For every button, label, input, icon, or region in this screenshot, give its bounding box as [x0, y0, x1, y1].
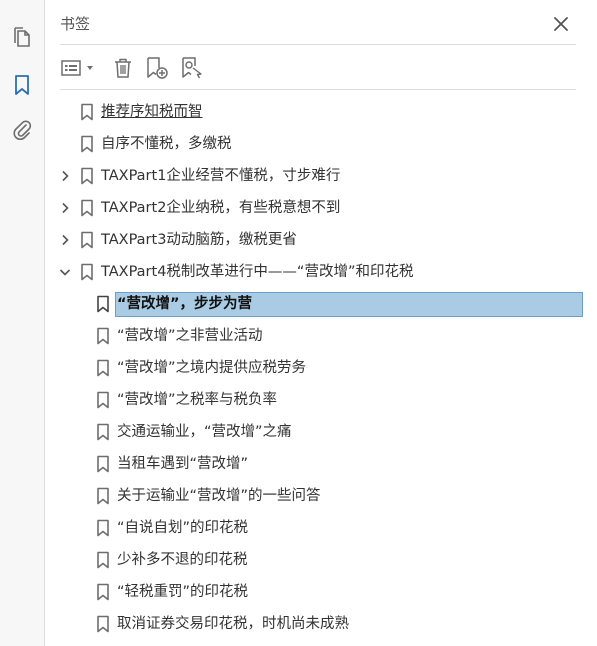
- panel-title: 书签: [60, 15, 91, 33]
- close-panel-button[interactable]: [549, 12, 573, 36]
- bookmark-row[interactable]: “营改增”之非营业活动: [45, 320, 597, 352]
- options-menu-button[interactable]: [60, 56, 96, 80]
- bookmark-icon: [97, 327, 109, 345]
- trash-icon: [115, 58, 131, 78]
- bookmark-row[interactable]: TAXPart1企业经营不懂税，寸步难行: [45, 160, 597, 192]
- bookmark-label: TAXPart1企业经营不懂税，寸步难行: [101, 168, 341, 184]
- expand-toggle-collapsed[interactable]: [57, 200, 73, 216]
- toolbar-divider: [60, 89, 576, 90]
- attachments-icon: [13, 120, 32, 140]
- bookmark-row[interactable]: “轻税重罚”的印花税: [45, 576, 597, 608]
- bookmark-row[interactable]: 推荐序知税而智: [45, 96, 597, 128]
- bookmark-label: “营改增”，步步为营: [117, 296, 253, 312]
- bookmark-label: “轻税重罚”的印花税: [117, 584, 249, 600]
- bookmark-label: 推荐序知税而智: [101, 104, 203, 120]
- chevron-right-icon: [62, 170, 69, 182]
- bookmark-search-icon: [182, 57, 202, 79]
- bookmark-label: “营改增”之境内提供应税劳务: [117, 360, 307, 376]
- bookmark-tree: 推荐序知税而智自序不懂税，多缴税 TAXPart1企业经营不懂税，寸步难行 TAXP…: [45, 96, 597, 640]
- bookmark-row[interactable]: 少补多不退的印花税: [45, 544, 597, 576]
- bookmark-icon: [81, 167, 93, 185]
- bookmark-row[interactable]: 自序不懂税，多缴税: [45, 128, 597, 160]
- bookmark-from-selection-button[interactable]: [179, 56, 205, 80]
- bookmark-label: “营改增”之非营业活动: [117, 328, 263, 344]
- bookmark-row[interactable]: TAXPart4税制改革进行中——“营改增”和印花税: [45, 256, 597, 288]
- close-icon: [554, 17, 568, 31]
- new-bookmark-button[interactable]: [144, 56, 170, 80]
- bookmark-label: TAXPart3动动脑筋，缴税更省: [101, 232, 297, 248]
- bookmark-label: “自说自划”的印花税: [117, 520, 249, 536]
- bookmark-row[interactable]: TAXPart2企业纳税，有些税意想不到: [45, 192, 597, 224]
- bookmark-label: TAXPart2企业纳税，有些税意想不到: [101, 200, 341, 216]
- bookmark-row[interactable]: “营改增”之税率与税负率: [45, 384, 597, 416]
- expand-toggle-expanded[interactable]: [57, 264, 73, 280]
- bookmark-icon: [81, 263, 93, 281]
- bookmark-row[interactable]: 交通运输业，“营改增”之痛: [45, 416, 597, 448]
- navigation-rail: [0, 0, 45, 646]
- bookmark-label: 关于运输业“营改增”的一些问答: [117, 488, 321, 504]
- bookmark-icon: [97, 423, 109, 441]
- bookmark-row[interactable]: 取消证券交易印花税，时机尚未成熟: [45, 608, 597, 640]
- expand-toggle-collapsed[interactable]: [57, 232, 73, 248]
- bookmark-row[interactable]: “营改增”之境内提供应税劳务: [45, 352, 597, 384]
- bookmark-icon: [97, 583, 109, 601]
- attachments-button[interactable]: [10, 118, 34, 142]
- bookmark-icon: [97, 359, 109, 377]
- bookmark-icon: [97, 455, 109, 473]
- bookmark-icon: [81, 103, 93, 121]
- pages-thumbnails-icon: [14, 27, 30, 47]
- delete-bookmark-button[interactable]: [111, 56, 135, 80]
- bookmarks-panel-button[interactable]: [10, 73, 34, 97]
- chevron-right-icon: [62, 202, 69, 214]
- bookmark-label: TAXPart4税制改革进行中——“营改增”和印花税: [101, 264, 414, 280]
- bookmark-label: 当租车遇到“营改增”: [117, 456, 249, 472]
- bookmark-icon: [81, 135, 93, 153]
- bookmarks-panel: 书签 推荐序知税而智 自序不懂税，多缴税 TAXPart1企业经营不懂税，寸步难…: [45, 0, 597, 646]
- bookmark-label: 自序不懂税，多缴税: [101, 136, 232, 152]
- bookmark-label: 交通运输业，“营改增”之痛: [117, 424, 292, 440]
- chevron-right-icon: [62, 234, 69, 246]
- bookmark-icon: [97, 615, 109, 633]
- bookmark-row[interactable]: “自说自划”的印花税: [45, 512, 597, 544]
- bookmark-icon: [97, 551, 109, 569]
- bookmark-row[interactable]: TAXPart3动动脑筋，缴税更省: [45, 224, 597, 256]
- pages-thumbnails-button[interactable]: [10, 26, 34, 50]
- bookmark-label: 少补多不退的印花税: [117, 552, 248, 568]
- bookmark-icon: [97, 487, 109, 505]
- bookmark-icon: [81, 231, 93, 249]
- bookmark-row[interactable]: 当租车遇到“营改增”: [45, 448, 597, 480]
- list-options-icon: [61, 60, 93, 76]
- expand-toggle-collapsed[interactable]: [57, 168, 73, 184]
- bookmark-row[interactable]: 关于运输业“营改增”的一些问答: [45, 480, 597, 512]
- bookmark-label: 取消证券交易印花税，时机尚未成熟: [117, 616, 349, 632]
- bookmark-icon: [97, 391, 109, 409]
- chevron-down-icon: [59, 269, 71, 276]
- bookmark-icon: [97, 295, 109, 313]
- bookmark-icon: [97, 519, 109, 537]
- title-divider: [60, 44, 576, 45]
- bookmark-icon: [81, 199, 93, 217]
- bookmark-row[interactable]: “营改增”，步步为营: [45, 288, 597, 320]
- bookmark-label: “营改增”之税率与税负率: [117, 392, 278, 408]
- new-bookmark-icon: [147, 57, 168, 79]
- bookmarks-icon: [15, 75, 29, 95]
